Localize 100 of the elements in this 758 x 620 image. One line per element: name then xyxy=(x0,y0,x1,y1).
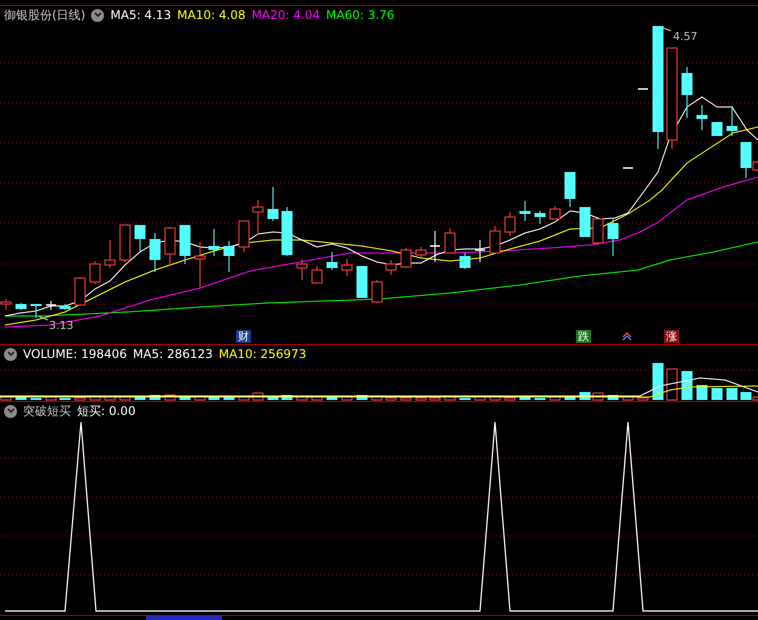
candlestick xyxy=(400,248,412,268)
volume-bar xyxy=(268,396,278,400)
volume-bar xyxy=(164,394,176,400)
candlestick xyxy=(268,186,278,222)
candlestick xyxy=(416,246,426,258)
candlestick xyxy=(608,218,618,256)
candlestick xyxy=(623,167,633,169)
volume-bar xyxy=(16,397,26,400)
indicator-title: 突破短买 xyxy=(23,402,71,420)
candlestick xyxy=(180,224,190,264)
candlestick xyxy=(430,230,440,262)
candlestick xyxy=(564,172,576,208)
chevron-down-icon[interactable] xyxy=(4,404,17,418)
volume-bar xyxy=(296,396,308,400)
volume-bar xyxy=(356,395,368,400)
candlestick xyxy=(104,240,116,268)
candlestick xyxy=(150,232,160,272)
candlestick xyxy=(580,206,590,238)
volume-bar xyxy=(474,396,486,400)
candlestick xyxy=(282,206,292,256)
candlestick xyxy=(16,302,26,310)
candlestick xyxy=(712,122,722,136)
volume-bar xyxy=(74,398,86,400)
volume-bar xyxy=(726,388,738,400)
volume-bar xyxy=(638,398,648,400)
event-marker[interactable]: 跌 xyxy=(576,330,591,343)
candlestick xyxy=(238,220,250,252)
volume-bar xyxy=(682,371,692,400)
candlestick xyxy=(74,276,86,306)
chevron-down-icon[interactable] xyxy=(4,348,17,360)
volume-bar xyxy=(46,396,56,400)
candlestick xyxy=(296,258,308,280)
price-label: 3.13 xyxy=(49,320,74,332)
candlestick xyxy=(475,240,485,262)
candlestick xyxy=(46,300,56,310)
volume-bar xyxy=(326,396,338,400)
volume-bar xyxy=(520,397,530,400)
candlestick xyxy=(120,224,130,262)
chevron-down-icon[interactable] xyxy=(91,8,104,22)
candlestick xyxy=(460,252,470,270)
volume-bar xyxy=(504,398,516,400)
volume-bar xyxy=(416,398,426,400)
volume-bar xyxy=(386,398,396,400)
volume-bar xyxy=(194,396,206,400)
candlestick xyxy=(342,258,352,276)
volume-bar xyxy=(208,397,220,400)
ma-legend-value: MA10: 4.08 xyxy=(177,8,246,22)
volume-bar xyxy=(608,395,618,400)
candlestick xyxy=(534,210,546,224)
candlestick xyxy=(490,226,500,254)
volume-bar xyxy=(430,398,440,400)
volume-bar xyxy=(150,395,160,400)
price-label: 4.57 xyxy=(673,31,698,43)
ma-legend-value: MA20: 4.04 xyxy=(252,8,320,22)
candlestick xyxy=(550,206,560,220)
candlestick xyxy=(224,240,234,272)
candlestick xyxy=(444,228,456,254)
candlestick xyxy=(60,304,70,310)
volume-bar xyxy=(400,398,412,400)
volume-bar xyxy=(342,396,352,400)
volume-bar xyxy=(180,396,190,400)
candlestick xyxy=(164,226,176,266)
volume-legend-value: MA10: 256973 xyxy=(218,347,306,361)
chart-title: 御银股份(日线) xyxy=(4,6,86,24)
volume-bar xyxy=(666,368,678,400)
candlestick xyxy=(90,260,100,284)
double-chevron-up-icon xyxy=(622,332,632,340)
volume-bar xyxy=(444,396,456,400)
volume-bar xyxy=(550,396,560,400)
volume-bar xyxy=(652,363,664,400)
volume-legend-value: MA5: 286123 xyxy=(132,347,213,361)
candlestick xyxy=(252,200,264,236)
candlestick xyxy=(208,228,220,256)
candlestick xyxy=(520,200,530,222)
event-marker[interactable]: 财 xyxy=(236,330,251,343)
candlestick xyxy=(134,224,146,252)
volume-bar xyxy=(622,396,634,400)
indicator-legend-value: 短买: 0.00 xyxy=(77,402,136,420)
candlestick xyxy=(312,266,322,284)
candlestick xyxy=(682,66,692,118)
volume-bar xyxy=(490,396,500,400)
candlestick xyxy=(726,106,738,136)
candlestick xyxy=(386,260,396,276)
volume-bar xyxy=(282,395,292,400)
candlestick xyxy=(194,242,206,288)
leader-line xyxy=(660,26,672,32)
candlestick xyxy=(326,252,338,270)
candlestick xyxy=(30,304,42,318)
volume-legend-value: VOLUME: 198406 xyxy=(23,347,127,361)
leader-line xyxy=(38,316,48,320)
volume-bar xyxy=(372,396,382,400)
ma-legend-value: MA5: 4.13 xyxy=(110,8,172,22)
volume-bar xyxy=(712,388,722,400)
candlestick xyxy=(696,104,708,130)
event-marker[interactable]: 涨 xyxy=(664,330,679,343)
volume-bar xyxy=(104,396,116,400)
volume-bar xyxy=(696,385,708,400)
volume-bar xyxy=(134,397,146,400)
volume-bar xyxy=(312,396,322,400)
candlestick xyxy=(372,280,382,304)
